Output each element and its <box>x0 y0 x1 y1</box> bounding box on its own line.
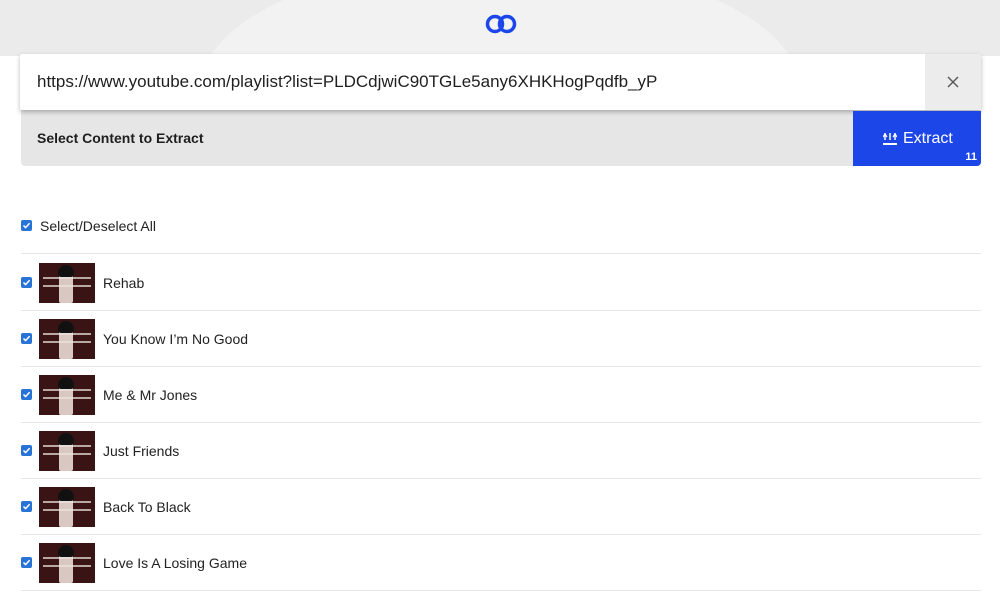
checkmark-icon <box>22 335 31 342</box>
extract-button[interactable]: Extract 11 <box>853 111 981 166</box>
video-thumbnail <box>39 430 95 471</box>
select-all-label: Select/Deselect All <box>40 217 156 234</box>
list-item[interactable]: Just Friends <box>21 423 981 479</box>
item-checkbox[interactable] <box>21 333 32 344</box>
chain-link-icon[interactable] <box>484 13 518 35</box>
header-banner <box>0 0 1000 56</box>
item-title: Just Friends <box>103 442 180 459</box>
select-all-checkbox[interactable] <box>21 220 32 231</box>
item-checkbox[interactable] <box>21 501 32 512</box>
select-all-row[interactable]: Select/Deselect All <box>21 198 981 254</box>
item-title: Love Is A Losing Game <box>103 554 247 571</box>
item-checkbox[interactable] <box>21 277 32 288</box>
url-field[interactable]: https://www.youtube.com/playlist?list=PL… <box>20 54 981 110</box>
video-thumbnail <box>39 542 95 583</box>
list-item[interactable]: You Know I’m No Good <box>21 311 981 367</box>
video-list: Rehab You Know I’m No Good Me & Mr Jones… <box>21 255 981 591</box>
extract-icon <box>883 132 897 145</box>
checkmark-icon <box>22 559 31 566</box>
checkmark-icon <box>22 391 31 398</box>
url-input[interactable]: https://www.youtube.com/playlist?list=PL… <box>37 54 657 110</box>
list-item[interactable]: Rehab <box>21 255 981 311</box>
checkmark-icon <box>22 222 31 229</box>
extract-count-badge: 11 <box>965 151 977 163</box>
item-title: Me & Mr Jones <box>103 386 198 403</box>
extract-options-bar: Select Content to Extract <box>21 110 981 166</box>
item-checkbox[interactable] <box>21 557 32 568</box>
video-thumbnail <box>39 318 95 359</box>
item-checkbox[interactable] <box>21 389 32 400</box>
video-thumbnail <box>39 262 95 303</box>
list-item[interactable]: Back To Black <box>21 479 981 535</box>
item-title: You Know I’m No Good <box>103 330 249 347</box>
item-title: Rehab <box>103 274 145 291</box>
checkmark-icon <box>22 447 31 454</box>
video-thumbnail <box>39 374 95 415</box>
item-checkbox[interactable] <box>21 445 32 456</box>
clear-url-button[interactable] <box>925 54 981 110</box>
list-item[interactable]: Love Is A Losing Game <box>21 535 981 591</box>
checkmark-icon <box>22 503 31 510</box>
video-thumbnail <box>39 486 95 527</box>
close-icon <box>947 76 959 88</box>
options-label: Select Content to Extract <box>37 130 204 146</box>
checkmark-icon <box>22 279 31 286</box>
extract-button-label: Extract <box>903 129 953 147</box>
item-title: Back To Black <box>103 498 191 515</box>
list-item[interactable]: Me & Mr Jones <box>21 367 981 423</box>
